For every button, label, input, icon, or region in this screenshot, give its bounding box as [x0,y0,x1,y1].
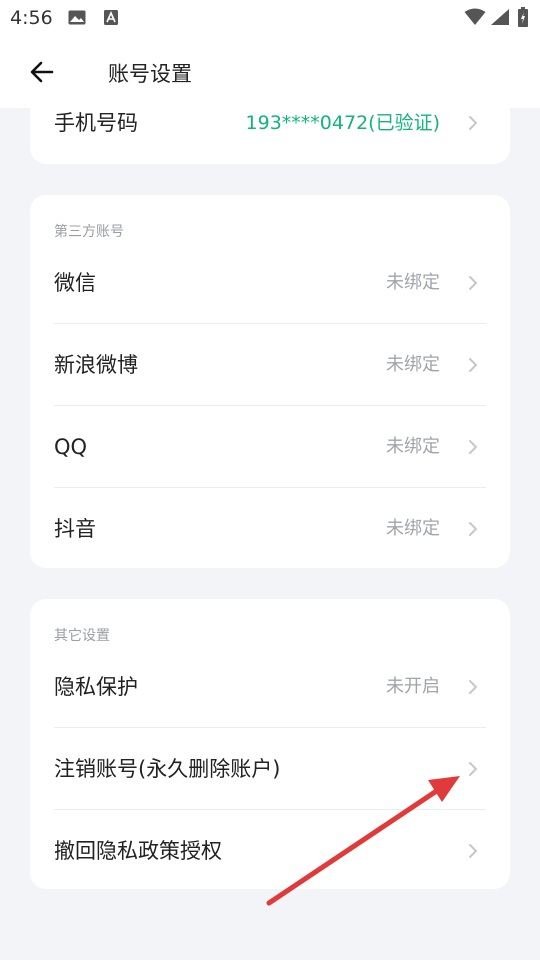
delete-account-row[interactable]: 注销账号(永久删除账户) [54,728,486,810]
battery-charging-icon [518,7,528,27]
privacy-protection-row[interactable]: 隐私保护 未开启 [54,646,486,728]
privacy-protection-label: 隐私保护 [54,675,138,699]
qq-status: 未绑定 [386,436,440,457]
weibo-status: 未绑定 [386,354,440,375]
wechat-row[interactable]: 微信 未绑定 [54,242,486,324]
revoke-privacy-label: 撤回隐私政策授权 [54,839,222,863]
qq-row[interactable]: QQ 未绑定 [54,406,486,488]
third-party-section-title: 第三方账号 [54,224,124,240]
status-bar: 4:56 [0,0,540,36]
weibo-label: 新浪微博 [54,353,138,377]
weibo-row[interactable]: 新浪微博 未绑定 [54,324,486,406]
a-notification-icon [104,10,118,25]
signal-icon [491,9,509,25]
chevron-right-icon [469,116,477,130]
photo-icon [68,10,86,25]
chevron-right-icon [469,276,477,290]
chevron-right-icon [469,440,477,454]
settings-content: 手机号码 193****0472(已验证) 第三方账号 微信 未绑定 新浪微博 … [0,0,540,960]
douyin-label: 抖音 [54,517,96,541]
app-header: 账号设置 [0,36,540,108]
qq-label: QQ [54,435,88,459]
other-settings-section-title: 其它设置 [54,628,110,644]
wechat-label: 微信 [54,271,96,295]
page-title: 账号设置 [108,62,192,86]
chevron-right-icon [469,844,477,858]
douyin-status: 未绑定 [386,518,440,539]
chevron-right-icon [469,522,477,536]
wechat-status: 未绑定 [386,272,440,293]
douyin-row[interactable]: 抖音 未绑定 [54,488,486,570]
revoke-privacy-row[interactable]: 撤回隐私政策授权 [54,810,486,892]
wifi-icon [464,8,486,25]
chevron-right-icon [469,358,477,372]
status-time: 4:56 [10,7,53,29]
other-settings-card: 其它设置 隐私保护 未开启 注销账号(永久删除账户) 撤回隐私政策授权 [30,599,510,889]
delete-account-label: 注销账号(永久删除账户) [54,757,281,781]
back-arrow-icon[interactable] [28,58,56,86]
chevron-right-icon [469,762,477,776]
chevron-right-icon [469,680,477,694]
privacy-protection-status: 未开启 [386,676,440,697]
third-party-card: 第三方账号 微信 未绑定 新浪微博 未绑定 QQ 未绑定 抖音 未绑定 [30,195,510,568]
